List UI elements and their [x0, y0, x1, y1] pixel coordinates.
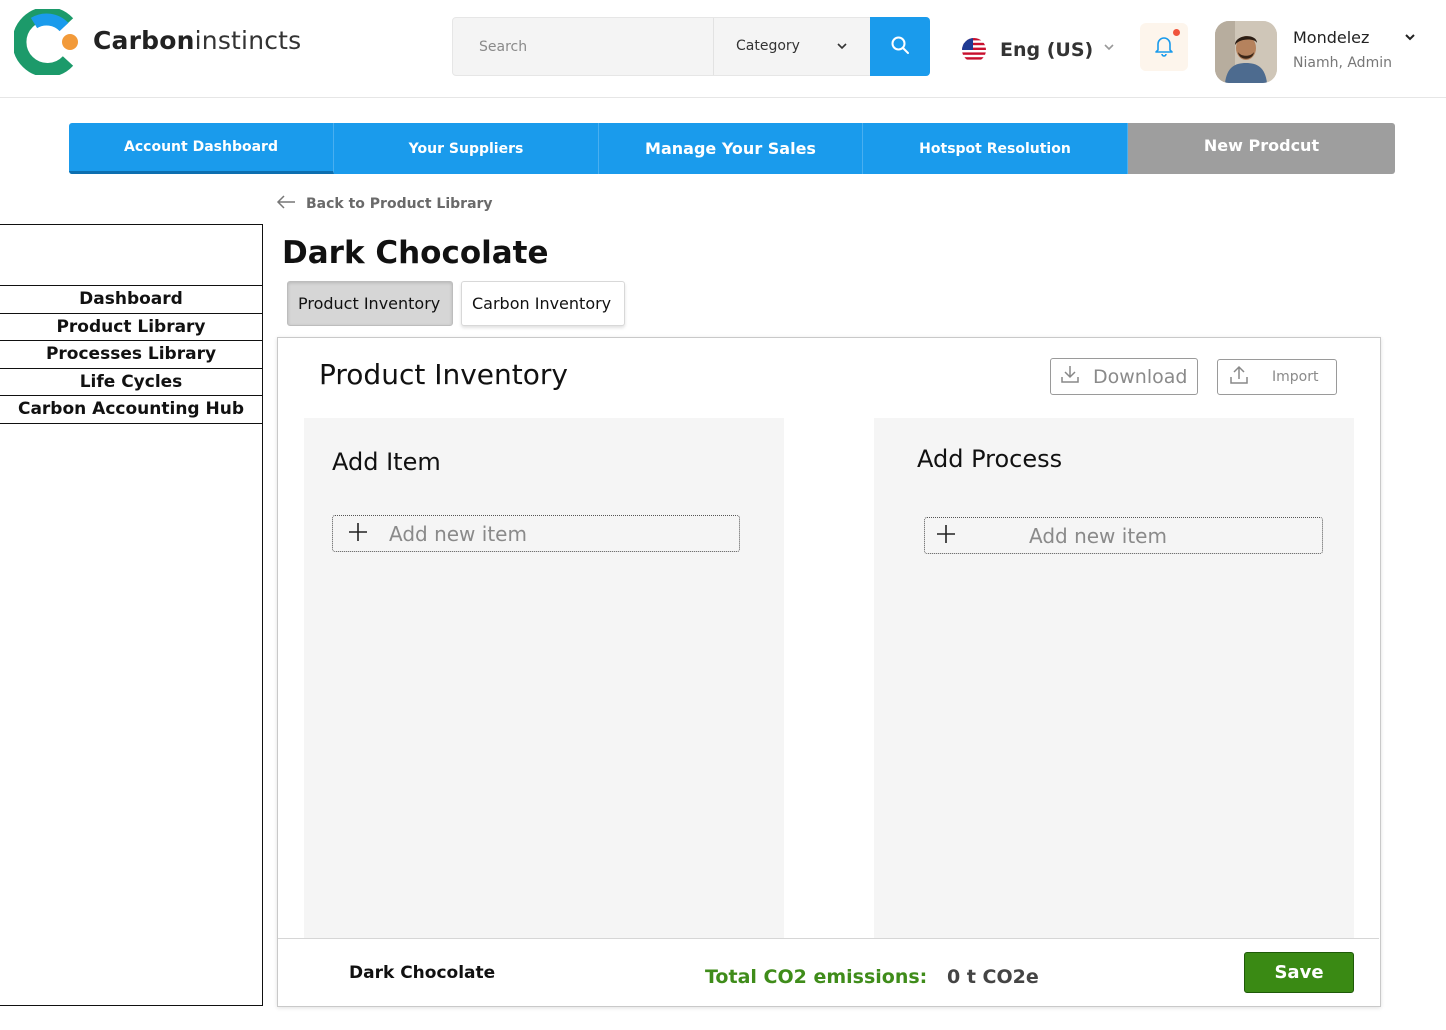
subtab-carbon-inventory[interactable]: Carbon Inventory — [461, 281, 625, 326]
add-new-item-label: Add new item — [389, 521, 527, 546]
add-new-process-button[interactable]: Add new item — [924, 517, 1323, 554]
download-icon — [1059, 363, 1093, 390]
search-icon — [890, 35, 910, 59]
user-name: Mondelez — [1293, 28, 1370, 47]
user-role: Niamh, Admin — [1293, 55, 1392, 71]
tab-account-dashboard[interactable]: Account Dashboard — [69, 123, 334, 174]
import-label: Import — [1272, 369, 1319, 385]
category-label: Category — [736, 38, 800, 54]
product-inventory-panel: Product Inventory Download Import Add It… — [277, 337, 1381, 1007]
sidebar-item-dashboard[interactable]: Dashboard — [0, 286, 262, 314]
top-navigation: Account Dashboard Your Suppliers Manage … — [69, 123, 1395, 174]
category-dropdown[interactable]: Category — [713, 18, 870, 75]
plus-icon — [935, 522, 957, 550]
language-selector[interactable]: Eng (US) — [962, 34, 1093, 66]
add-process-column: Add Process Add new item — [874, 418, 1354, 938]
language-label: Eng (US) — [1000, 39, 1094, 61]
bell-icon — [1152, 33, 1176, 61]
sidebar-header — [0, 225, 262, 286]
add-item-column: Add Item Add new item — [304, 418, 784, 938]
total-emissions-value: 0 t CO2e — [947, 966, 1039, 988]
sidebar: Dashboard Product Library Processes Libr… — [0, 224, 263, 1006]
brand-name: Carboninstincts — [93, 26, 302, 55]
footer-product-name: Dark Chocolate — [349, 963, 496, 983]
back-link-label: Back to Product Library — [306, 196, 493, 212]
download-button[interactable]: Download — [1050, 358, 1198, 395]
search-bar: Category — [452, 17, 930, 76]
chevron-down-icon[interactable] — [1403, 28, 1417, 52]
add-new-process-label: Add new item — [1029, 523, 1167, 548]
page-title: Dark Chocolate — [282, 235, 549, 271]
sidebar-item-processes-library[interactable]: Processes Library — [0, 341, 262, 369]
chevron-down-icon — [836, 18, 848, 100]
us-flag-icon — [962, 38, 986, 62]
tab-new-product[interactable]: New Prodcut — [1128, 123, 1395, 174]
notifications-button[interactable] — [1140, 23, 1188, 71]
add-new-item-button[interactable]: Add new item — [332, 515, 740, 552]
avatar[interactable] — [1215, 21, 1277, 83]
add-item-title: Add Item — [332, 448, 441, 476]
chevron-down-icon[interactable] — [1102, 40, 1116, 58]
back-to-library-link[interactable]: Back to Product Library — [276, 194, 493, 214]
subtab-product-inventory[interactable]: Product Inventory — [287, 281, 453, 326]
panel-title: Product Inventory — [319, 358, 568, 391]
search-input[interactable] — [453, 18, 713, 75]
tab-hotspot-resolution[interactable]: Hotspot Resolution — [863, 123, 1128, 174]
sidebar-item-product-library[interactable]: Product Library — [0, 314, 262, 341]
download-label: Download — [1093, 365, 1188, 388]
carboninstincts-logo-icon[interactable] — [12, 7, 80, 77]
sidebar-item-life-cycles[interactable]: Life Cycles — [0, 369, 262, 396]
tab-manage-your-sales[interactable]: Manage Your Sales — [599, 123, 863, 174]
plus-icon — [347, 520, 369, 548]
sidebar-item-carbon-accounting-hub[interactable]: Carbon Accounting Hub — [0, 396, 262, 424]
app-header: Carboninstincts Category — [0, 0, 1446, 98]
upload-icon — [1228, 364, 1272, 390]
save-button[interactable]: Save — [1244, 952, 1354, 993]
search-button[interactable] — [870, 17, 930, 76]
arrow-left-icon — [276, 194, 306, 214]
panel-footer: Dark Chocolate Total CO2 emissions: 0 t … — [278, 938, 1379, 1006]
tab-your-suppliers[interactable]: Your Suppliers — [334, 123, 599, 174]
notification-badge — [1173, 29, 1180, 36]
total-emissions-label: Total CO2 emissions: — [705, 966, 928, 988]
add-process-title: Add Process — [917, 445, 1063, 473]
import-button[interactable]: Import — [1217, 359, 1337, 395]
